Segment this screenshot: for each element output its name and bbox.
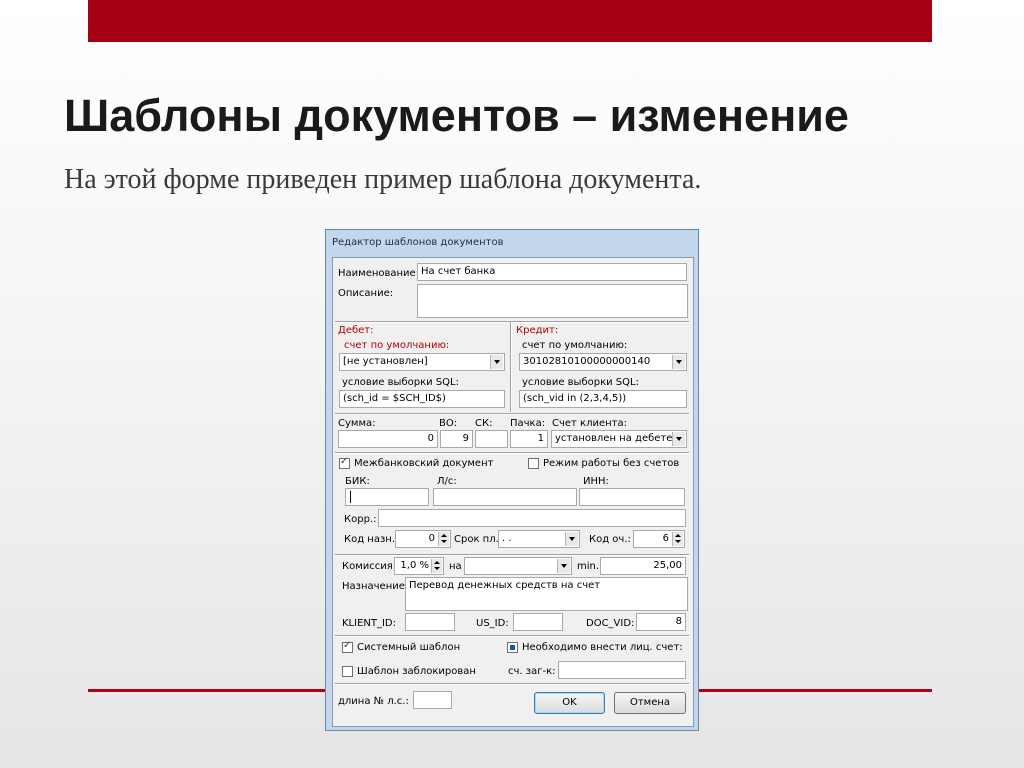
client-account-select[interactable]: установлен на дебете [551, 430, 687, 448]
dropdown-arrow-icon[interactable] [672, 355, 685, 369]
window-client-area: Наименование: На счет банка Описание: Де… [332, 257, 694, 727]
inn-label: ИНН: [583, 476, 609, 487]
divider [510, 322, 512, 412]
bik-input[interactable] [345, 488, 429, 506]
dropdown-arrow-icon[interactable] [565, 532, 578, 546]
na-label: на [449, 561, 462, 572]
ls-label: Л/с: [437, 476, 457, 487]
system-template-checkbox[interactable] [342, 640, 353, 653]
system-template-label: Системный шаблон [357, 642, 461, 653]
need-personal-account-label: Необходимо внести лиц. счет: [522, 642, 683, 653]
min-label: min. [577, 561, 600, 572]
klient-id-input[interactable] [405, 613, 455, 631]
blocked-checkbox[interactable] [342, 666, 353, 677]
credit-sql-label: условие выборки SQL: [522, 377, 639, 388]
text-caret [350, 491, 351, 503]
srok-date-picker[interactable]: . . [498, 530, 580, 548]
kod-nazn-value: 0 [428, 533, 435, 544]
kod-och-spinner[interactable]: 6 [633, 530, 685, 548]
korr-input[interactable] [378, 509, 686, 527]
vo-label: ВО: [439, 418, 458, 429]
spin-arrows-icon[interactable] [438, 532, 449, 546]
interbank-label: Межбанковский документ [354, 458, 494, 469]
amount-label: Сумма: [338, 418, 376, 429]
credit-sql-input[interactable]: (sch_vid in (2,3,4,5)) [519, 390, 687, 408]
commission-value: 1,0 % [400, 560, 429, 571]
name-label: Наименование: [338, 268, 420, 279]
sch-zagk-input[interactable] [558, 661, 686, 679]
us-id-label: US_ID: [476, 618, 509, 629]
pack-input[interactable]: 1 [510, 430, 548, 448]
doc-vid-input[interactable]: 8 [636, 613, 686, 631]
us-id-input[interactable] [513, 613, 563, 631]
blocked-label: Шаблон заблокирован [357, 666, 476, 677]
srok-label: Срок пл.: [454, 534, 503, 545]
kod-och-label: Код оч.: [589, 534, 631, 545]
credit-default-account-label: счет по умолчанию: [522, 340, 628, 351]
need-personal-account-checkbox[interactable] [507, 642, 518, 653]
dropdown-arrow-icon[interactable] [672, 432, 685, 446]
credit-account-value: 30102810100000000140 [523, 356, 651, 367]
vo-input[interactable]: 9 [440, 430, 473, 448]
divider [335, 413, 689, 415]
na-select[interactable] [464, 557, 572, 575]
korr-label: Корр.: [344, 514, 377, 525]
debit-sql-label: условие выборки SQL: [342, 377, 459, 388]
debit-header: Дебет: [338, 325, 374, 336]
inn-input[interactable] [579, 488, 685, 506]
sch-zagk-label: сч. заг-к: [508, 666, 556, 677]
dropdown-arrow-icon[interactable] [490, 355, 503, 369]
debit-account-value: [не установлен] [343, 356, 428, 367]
divider [335, 554, 689, 556]
divider [335, 452, 689, 454]
description-label: Описание: [338, 288, 394, 299]
description-input[interactable] [417, 284, 688, 318]
purpose-label: Назначение: [342, 581, 409, 592]
klient-id-label: KLIENT_ID: [342, 618, 397, 629]
ls-input[interactable] [433, 488, 577, 506]
credit-header: Кредит: [516, 325, 559, 336]
dropdown-arrow-icon[interactable] [557, 559, 570, 573]
top-accent-bar [88, 0, 932, 42]
doc-vid-label: DOC_VID: [586, 618, 635, 629]
debit-account-select[interactable]: [не установлен] [339, 353, 505, 371]
srok-value: . . [502, 533, 512, 544]
ls-length-label: длина № л.с.: [338, 696, 409, 707]
debit-default-account-label: счет по умолчанию: [344, 340, 450, 351]
bik-label: БИК: [345, 476, 370, 487]
sk-input[interactable] [475, 430, 508, 448]
sk-label: СК: [475, 418, 493, 429]
name-input[interactable]: На счет банка [417, 263, 687, 281]
no-accounts-checkbox[interactable] [528, 458, 539, 469]
divider [335, 635, 689, 637]
kod-och-value: 6 [662, 533, 669, 544]
client-account-label: Счет клиента: [552, 418, 627, 429]
template-editor-window: Редактор шаблонов документов Наименовани… [325, 229, 699, 731]
pack-label: Пачка: [510, 418, 546, 429]
debit-sql-input[interactable]: (sch_id = $SCH_ID$) [339, 390, 505, 408]
client-account-value: установлен на дебете [555, 433, 673, 444]
commission-label: Комиссия: [342, 561, 397, 572]
spin-arrows-icon[interactable] [431, 559, 442, 573]
kod-nazn-label: Код назн.: [344, 534, 399, 545]
no-accounts-label: Режим работы без счетов [543, 458, 680, 469]
min-input[interactable]: 25,00 [600, 557, 686, 575]
interbank-checkbox[interactable] [339, 456, 350, 469]
window-title: Редактор шаблонов документов [332, 237, 504, 248]
commission-spinner[interactable]: 1,0 % [394, 557, 444, 575]
purpose-input[interactable]: Перевод денежных средств на счет [405, 577, 688, 611]
spin-arrows-icon[interactable] [672, 532, 683, 546]
divider [335, 321, 689, 323]
credit-account-select[interactable]: 30102810100000000140 [519, 353, 687, 371]
ls-length-input[interactable] [413, 691, 452, 709]
slide-subtitle: На этой форме приведен пример шаблона до… [64, 164, 702, 195]
slide-title: Шаблоны документов – изменение [64, 90, 849, 141]
divider [335, 683, 689, 685]
kod-nazn-spinner[interactable]: 0 [395, 530, 451, 548]
cancel-button[interactable]: Отмена [614, 692, 686, 714]
ok-button[interactable]: OK [534, 692, 605, 714]
amount-input[interactable]: 0 [338, 430, 438, 448]
